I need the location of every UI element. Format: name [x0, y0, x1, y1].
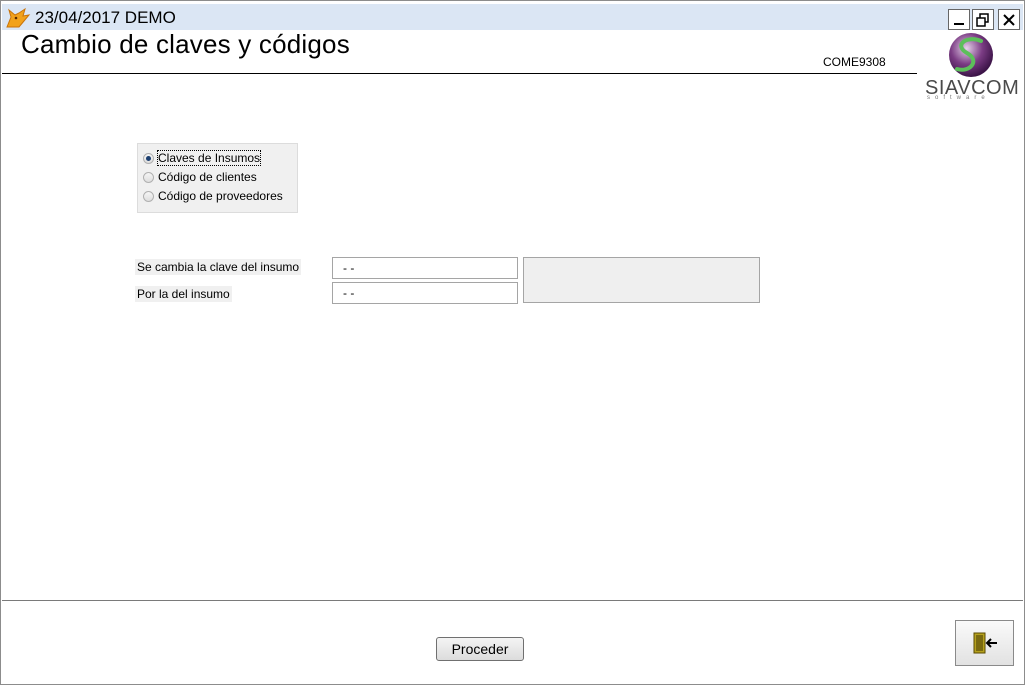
exit-button[interactable] [955, 620, 1014, 666]
minimize-button[interactable] [948, 9, 970, 30]
radio-claves-insumos[interactable]: Claves de Insumos [143, 149, 262, 167]
to-insumo-input[interactable]: - - [332, 282, 518, 304]
main-window: 23/04/2017 DEMO Cambio de claves y códig… [0, 0, 1025, 685]
header-divider [2, 73, 917, 74]
to-insumo-label: Por la del insumo [135, 286, 232, 302]
exit-door-icon [973, 632, 997, 654]
insumo-description-box [523, 257, 760, 303]
radio-button-checked[interactable] [143, 152, 154, 164]
footer-divider [2, 600, 1023, 601]
close-icon [1003, 13, 1015, 26]
close-button[interactable] [998, 9, 1020, 30]
radio-button[interactable] [143, 171, 154, 183]
window-title: 23/04/2017 DEMO [35, 8, 176, 27]
logo-subtext: software [927, 95, 990, 101]
form-code: COME9308 [823, 55, 886, 69]
restore-icon [976, 12, 989, 27]
minimize-icon [954, 22, 964, 25]
title-bar: 23/04/2017 DEMO [2, 4, 1023, 30]
radio-label: Código de clientes [158, 170, 257, 184]
change-type-radio-group: Claves de Insumos Código de clientes Cód… [137, 143, 298, 213]
from-insumo-label: Se cambia la clave del insumo [135, 259, 302, 275]
radio-label: Claves de Insumos [156, 150, 262, 166]
radio-label: Código de proveedores [158, 189, 283, 203]
proceed-button[interactable]: Proceder [436, 637, 524, 661]
restore-button[interactable] [972, 9, 994, 30]
radio-button[interactable] [143, 190, 154, 202]
radio-codigo-clientes[interactable]: Código de clientes [143, 168, 257, 186]
from-insumo-input[interactable]: - - [332, 257, 518, 279]
radio-codigo-proveedores[interactable]: Código de proveedores [143, 187, 283, 205]
app-fox-icon [6, 7, 31, 28]
page-title: Cambio de claves y códigos [21, 29, 350, 59]
